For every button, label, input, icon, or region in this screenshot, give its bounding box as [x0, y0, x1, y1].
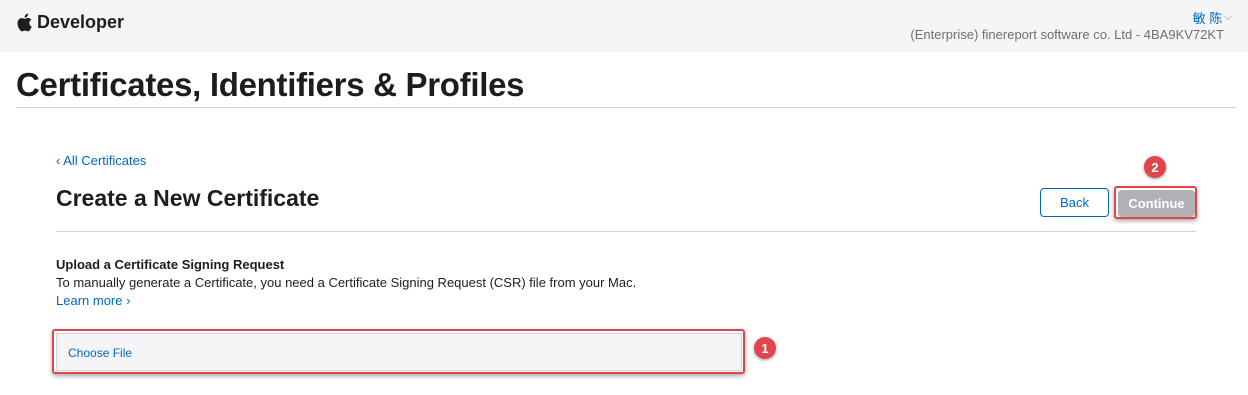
csr-description: To manually generate a Certificate, you … — [56, 275, 637, 290]
section-title: Create a New Certificate — [56, 185, 320, 211]
page-title: Certificates, Identifiers & Profiles — [16, 66, 525, 103]
step-2-badge: 2 — [1144, 156, 1166, 178]
section-divider — [56, 231, 1196, 232]
learn-more-link[interactable]: Learn more › — [56, 293, 130, 308]
all-certificates-link[interactable]: ‹ All Certificates — [56, 153, 146, 168]
user-name: 敏 陈 — [1192, 11, 1223, 26]
title-divider — [16, 107, 1236, 108]
chevron-down-icon: ⌵ — [1224, 12, 1232, 23]
user-menu[interactable]: 敏 陈 ⌵ — [1193, 8, 1232, 27]
developer-brand-link[interactable]: Developer — [16, 12, 124, 33]
team-name: (Enterprise) finereport software co. Ltd… — [910, 27, 1224, 42]
step-1-badge: 1 — [754, 337, 776, 359]
file-highlight-annotation — [52, 329, 745, 374]
continue-highlight-annotation — [1114, 186, 1197, 219]
back-button[interactable]: Back — [1040, 188, 1109, 217]
apple-logo-icon — [17, 13, 32, 32]
csr-heading: Upload a Certificate Signing Request — [56, 257, 285, 272]
brand-name: Developer — [37, 12, 125, 32]
global-header: Developer 敏 陈 ⌵ (Enterprise) finereport … — [0, 0, 1248, 52]
